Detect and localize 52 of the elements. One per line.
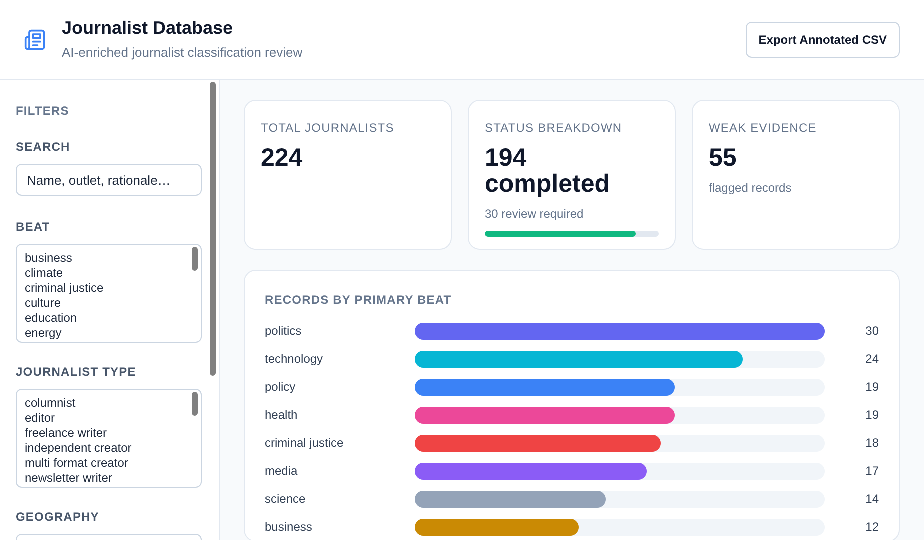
list-box[interactable]: columnist editor freelance writer independent creator multi format creator newsletter writer — [16, 389, 202, 488]
field-label: BEAT — [16, 219, 52, 236]
filters-heading: FILTERS — [16, 103, 70, 120]
beat-count: 18 — [864, 435, 879, 452]
list-option[interactable]: culture — [25, 296, 201, 311]
stat-value: 224 — [261, 145, 304, 171]
newspaper-icon — [24, 28, 46, 50]
scrollbar-thumb[interactable] — [192, 247, 198, 271]
field-label: GEOGRAPHY — [16, 509, 100, 526]
list-option[interactable]: freelance writer — [25, 426, 201, 441]
field-label: SEARCH — [16, 139, 72, 156]
search-field[interactable]: Name, outlet, rationale… — [16, 164, 202, 196]
list-option[interactable]: editor — [25, 411, 201, 426]
beat-label: technology — [265, 351, 324, 368]
beat-label: politics — [265, 323, 303, 340]
list-option[interactable]: independent creator — [25, 441, 201, 456]
list-option[interactable]: education — [25, 311, 201, 326]
list-option[interactable]: climate — [25, 266, 201, 281]
beat-count: 14 — [864, 491, 879, 508]
stat-label: WEAK EVIDENCE — [709, 120, 818, 137]
beat-label: policy — [265, 379, 297, 396]
scrollbar-thumb[interactable] — [192, 392, 198, 416]
stat-note: 30 review required — [485, 206, 585, 223]
beat-count: 30 — [864, 323, 879, 340]
list-option[interactable]: business — [25, 251, 201, 266]
beat-label: criminal justice — [265, 435, 345, 452]
stat-value: 194 completed — [485, 145, 612, 197]
list-box[interactable]: business climate criminal justice culture education energy — [16, 244, 202, 343]
export-button[interactable]: Export Annotated CSV — [746, 22, 900, 58]
beat-count: 24 — [864, 351, 879, 368]
beat-count: 19 — [864, 379, 879, 396]
beat-label: business — [265, 519, 314, 536]
beat-label: media — [265, 463, 299, 480]
beat-count: 19 — [864, 407, 879, 424]
scrollbar-thumb[interactable] — [210, 82, 216, 376]
chart-title: RECORDS BY PRIMARY BEAT — [265, 292, 453, 309]
beat-count: 12 — [864, 519, 879, 536]
field-label: JOURNALIST TYPE — [16, 364, 138, 381]
app-title: Journalist Database — [62, 16, 234, 39]
list-option[interactable]: columnist — [25, 396, 201, 411]
stat-label: TOTAL JOURNALISTS — [261, 120, 396, 137]
list-option[interactable]: energy — [25, 326, 201, 341]
stat-note: flagged records — [709, 180, 793, 197]
list-option[interactable]: newsletter writer — [25, 471, 201, 486]
list-option[interactable]: multi format creator — [25, 456, 201, 471]
beat-count: 17 — [864, 463, 879, 480]
beat-label: health — [265, 407, 299, 424]
list-option[interactable]: criminal justice — [25, 281, 201, 296]
beat-label: science — [265, 491, 307, 508]
stat-value: 55 — [709, 145, 738, 171]
app-subtitle: AI-enriched journalist classification review — [62, 44, 303, 62]
stat-label: STATUS BREAKDOWN — [485, 120, 624, 137]
